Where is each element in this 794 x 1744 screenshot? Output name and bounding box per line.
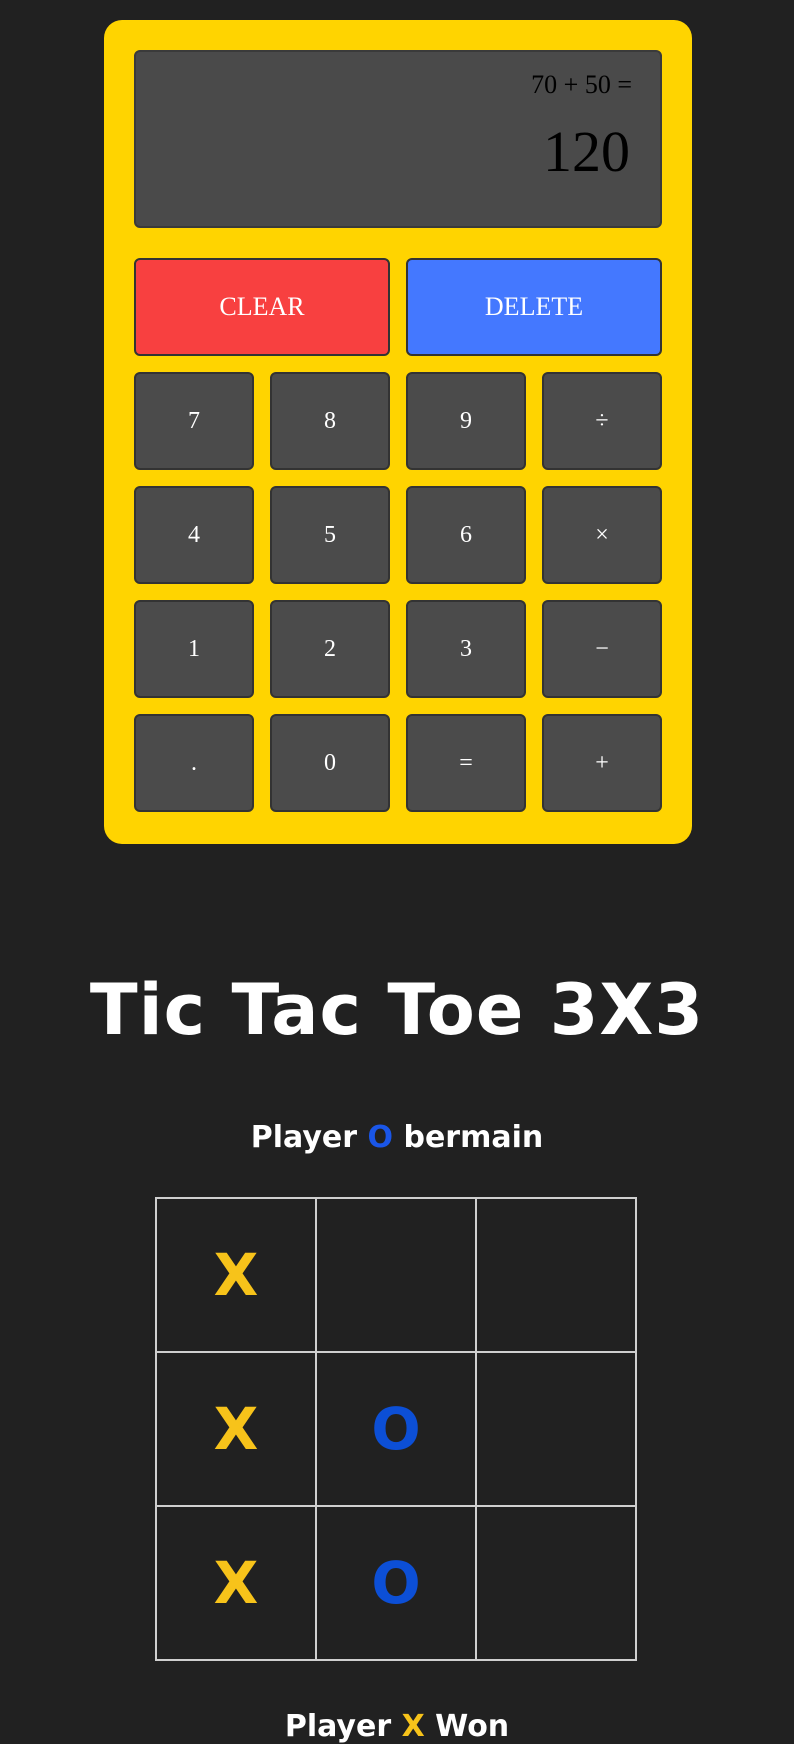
key-multiply[interactable]: × — [542, 486, 662, 584]
game-board: X X O X O — [155, 1197, 637, 1661]
key-decimal[interactable]: . — [134, 714, 254, 812]
result-prefix: Player — [284, 1709, 392, 1744]
delete-button[interactable]: DELETE — [406, 258, 662, 356]
key-1[interactable]: 1 — [134, 600, 254, 698]
key-5[interactable]: 5 — [270, 486, 390, 584]
board-cell-2-1[interactable]: X — [156, 1352, 316, 1506]
calculator-display: 70 + 50 = 120 — [134, 50, 662, 228]
display-result: 120 — [543, 119, 630, 184]
board-cell-1-2[interactable] — [316, 1198, 476, 1352]
calculator: 70 + 50 = 120 CLEAR DELETE 7 8 9 ÷ 4 5 6… — [104, 20, 692, 844]
board-cell-2-2[interactable]: O — [316, 1352, 476, 1506]
board-cell-1-1[interactable]: X — [156, 1198, 316, 1352]
game-result: Player X Won — [0, 1712, 794, 1742]
display-expression: 70 + 50 = — [531, 70, 632, 99]
board-cell-3-2[interactable]: O — [316, 1506, 476, 1660]
key-0[interactable]: 0 — [270, 714, 390, 812]
game-title: Tic Tac Toe 3X3 — [89, 969, 705, 1051]
turn-indicator: Player O bermain — [0, 1123, 794, 1153]
key-9[interactable]: 9 — [406, 372, 526, 470]
key-8[interactable]: 8 — [270, 372, 390, 470]
result-suffix: Won — [435, 1709, 510, 1744]
key-2[interactable]: 2 — [270, 600, 390, 698]
turn-prefix: Player — [250, 1120, 358, 1155]
key-7[interactable]: 7 — [134, 372, 254, 470]
board-cell-1-3[interactable] — [476, 1198, 636, 1352]
board-cell-3-3[interactable] — [476, 1506, 636, 1660]
key-divide[interactable]: ÷ — [542, 372, 662, 470]
board-cell-3-1[interactable]: X — [156, 1506, 316, 1660]
turn-player-mark: O — [367, 1120, 394, 1155]
key-equals[interactable]: = — [406, 714, 526, 812]
clear-button[interactable]: CLEAR — [134, 258, 390, 356]
key-add[interactable]: + — [542, 714, 662, 812]
board-cell-2-3[interactable] — [476, 1352, 636, 1506]
key-6[interactable]: 6 — [406, 486, 526, 584]
turn-suffix: bermain — [403, 1120, 544, 1155]
key-subtract[interactable]: − — [542, 600, 662, 698]
key-3[interactable]: 3 — [406, 600, 526, 698]
key-4[interactable]: 4 — [134, 486, 254, 584]
result-winner-mark: X — [401, 1709, 425, 1744]
